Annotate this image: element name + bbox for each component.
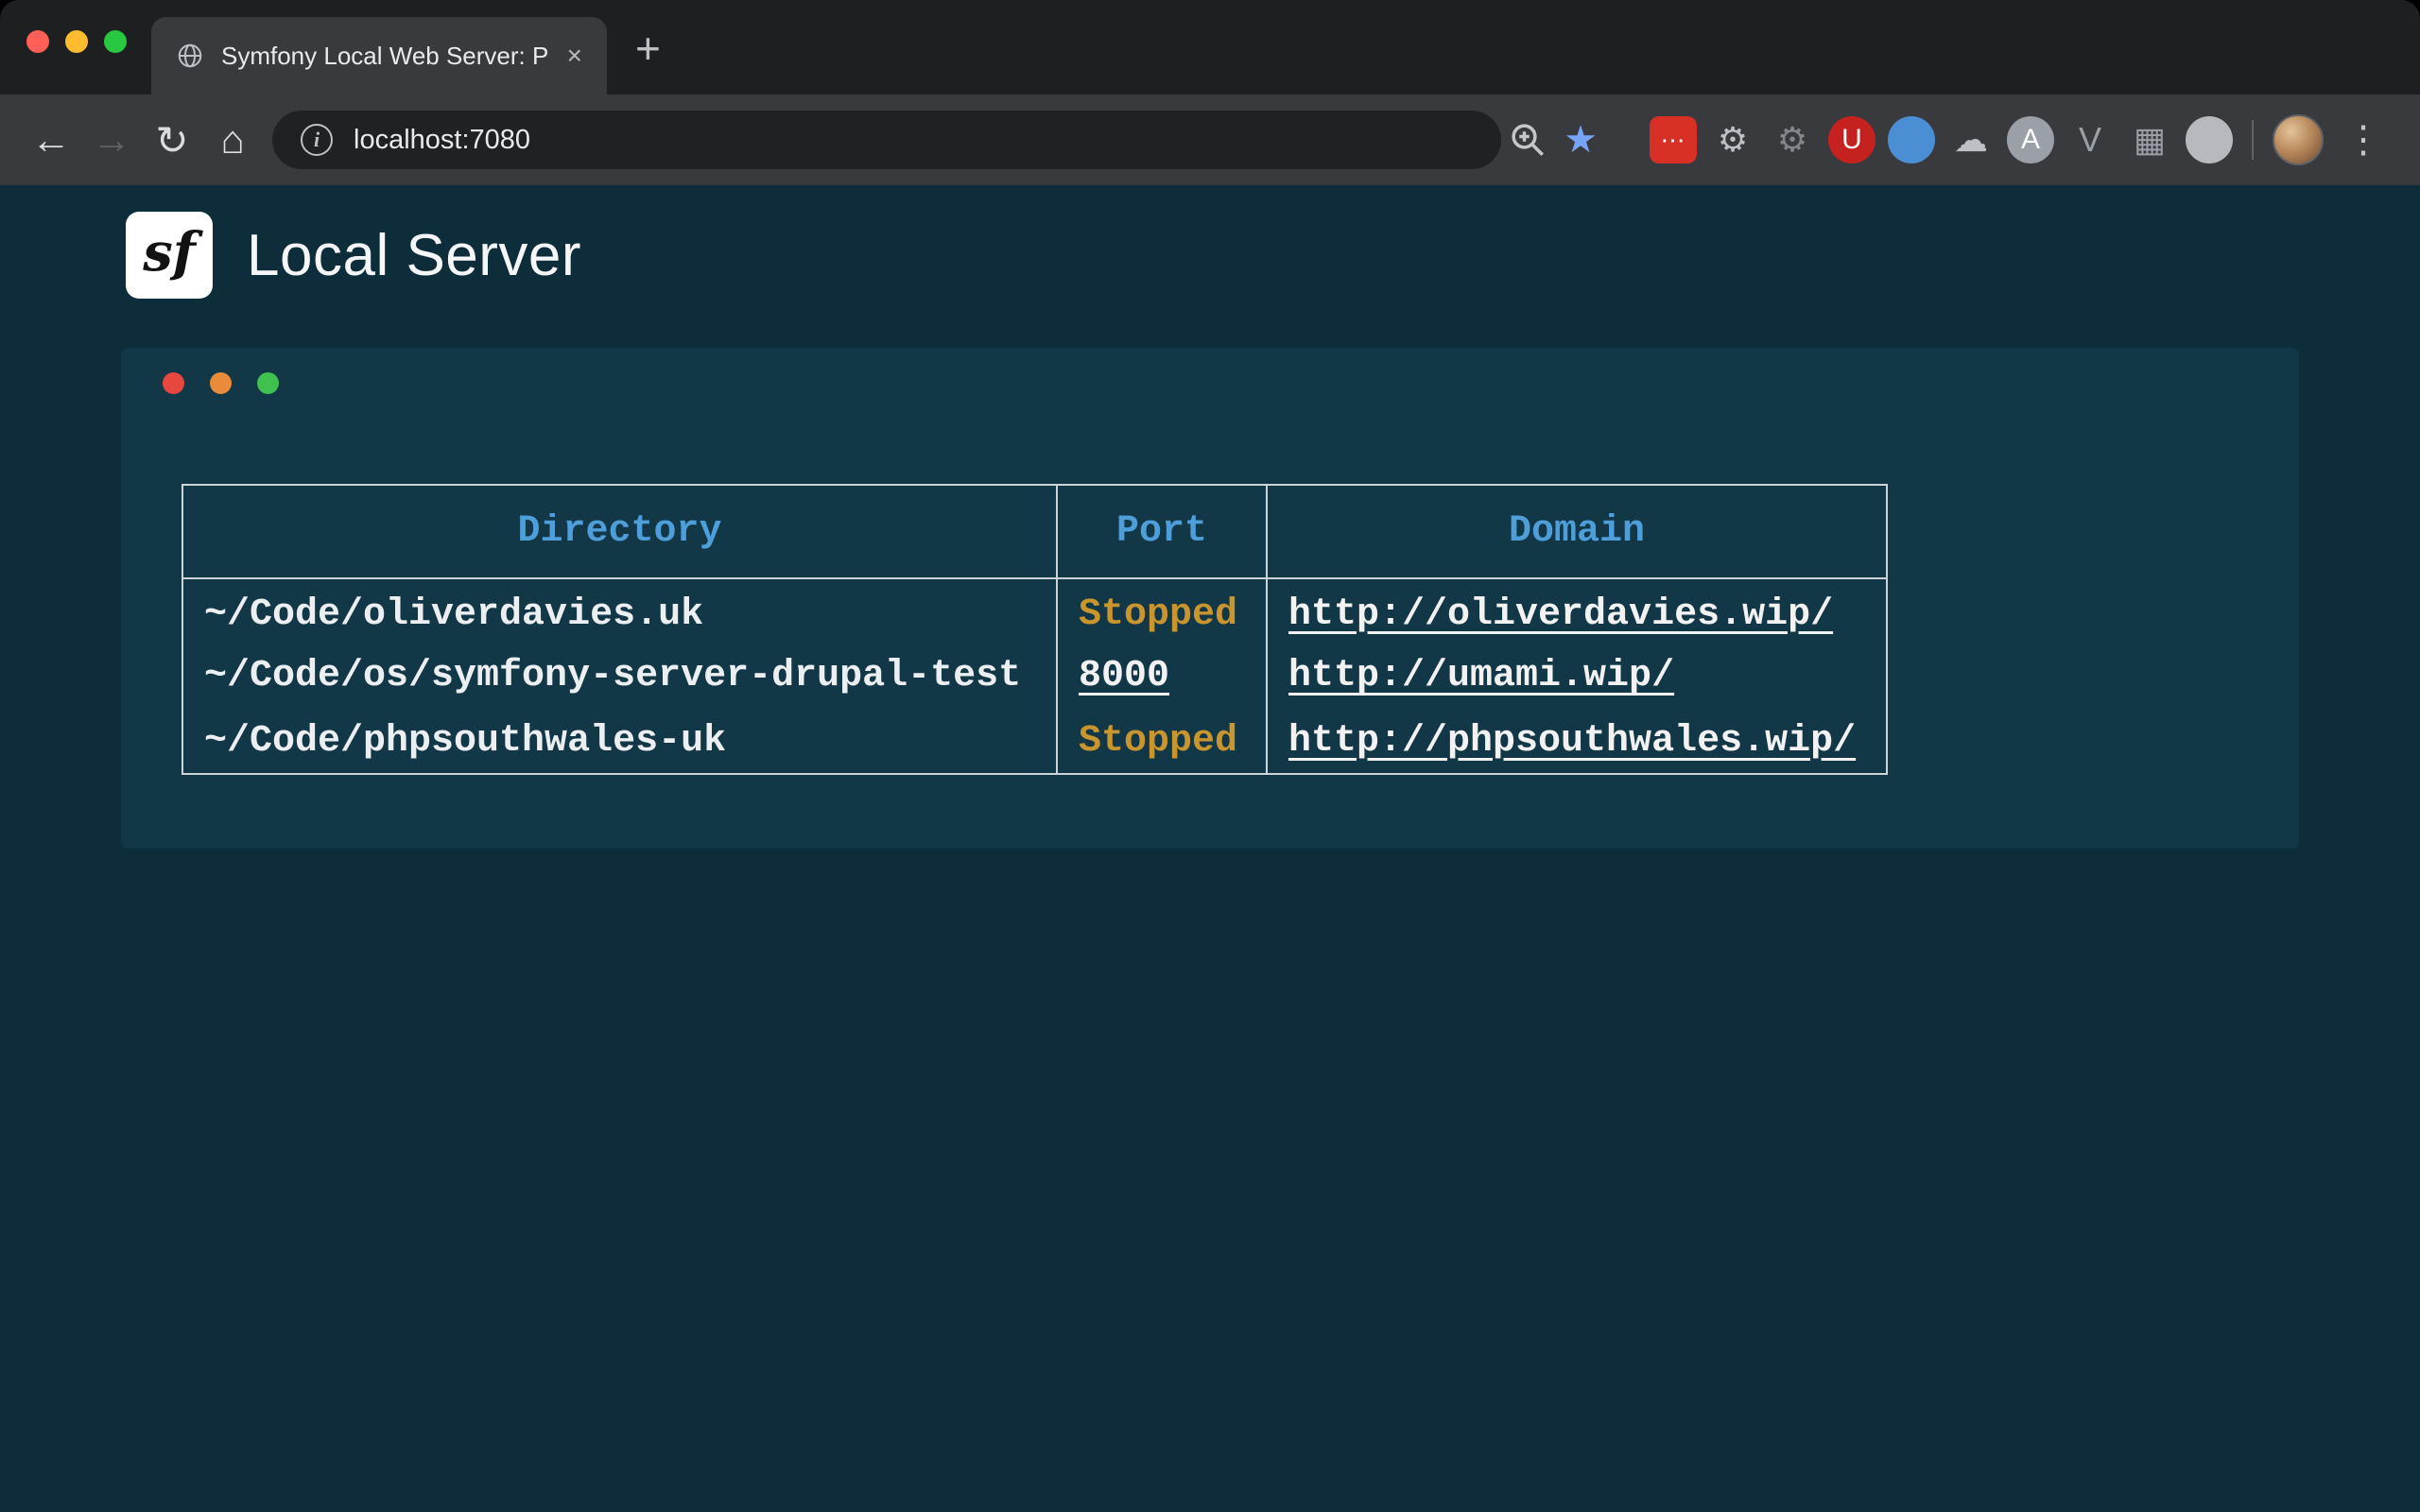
url-text[interactable]: localhost:7080 — [354, 125, 530, 156]
tab-strip: Symfony Local Web Server: Prox × + — [0, 0, 2420, 94]
domain-link[interactable]: http://phpsouthwales.wip/ — [1288, 720, 1856, 763]
directory-cell: ~/Code/phpsouthwales-uk — [204, 720, 726, 763]
grid-extension-icon[interactable]: ▦ — [2126, 116, 2173, 163]
zoom-icon[interactable] — [1501, 113, 1554, 166]
letter-a-extension-icon[interactable]: A — [2007, 116, 2054, 163]
page-header: sf Local Server — [126, 212, 2420, 299]
column-header-domain: Domain — [1267, 485, 1887, 578]
browser-window: Symfony Local Web Server: Prox × + ← → ↻… — [0, 0, 2420, 1512]
profile-avatar[interactable] — [2273, 114, 2324, 165]
table-row: ~/Code/phpsouthwales-uk Stopped http://p… — [182, 709, 1887, 774]
cloud-icon[interactable]: ☁ — [1947, 116, 1995, 163]
maximize-window-button[interactable] — [104, 30, 127, 53]
browser-tab[interactable]: Symfony Local Web Server: Prox × — [151, 17, 607, 94]
servers-table: Directory Port Domain ~/Code/oliverdavie… — [182, 484, 1888, 775]
letter-v-extension-icon[interactable]: V — [2066, 116, 2114, 163]
home-icon[interactable]: ⌂ — [202, 110, 263, 170]
symfony-logo-glyph: sf — [143, 221, 196, 284]
symfony-logo: sf — [126, 212, 213, 299]
globe-favicon-icon — [176, 42, 204, 70]
server-panel: Directory Port Domain ~/Code/oliverdavie… — [121, 348, 2299, 849]
domain-link[interactable]: http://oliverdavies.wip/ — [1288, 593, 1833, 636]
forward-icon[interactable]: → — [81, 110, 142, 170]
red-dots-extension-icon[interactable]: ⋯ — [1650, 116, 1697, 163]
terminal-window-dots — [163, 372, 279, 394]
directory-cell: ~/Code/os/symfony-server-drupal-test — [204, 655, 1021, 697]
minimize-window-button[interactable] — [65, 30, 88, 53]
directory-cell: ~/Code/oliverdavies.uk — [204, 593, 703, 636]
ublock-extension-icon[interactable]: U — [1828, 116, 1876, 163]
extensions-row: ⋯ ⚙ ⚙ U ☁ A V ▦ — [1650, 116, 2233, 163]
tab-title: Symfony Local Web Server: Prox — [221, 42, 550, 71]
browser-toolbar: ← → ↻ ⌂ i localhost:7080 ★ ⋯ ⚙ ⚙ U ☁ — [0, 94, 2420, 185]
red-dot-icon — [163, 372, 184, 394]
tab-close-icon[interactable]: × — [567, 43, 582, 69]
column-header-port: Port — [1057, 485, 1267, 578]
blue-circle-extension-icon[interactable] — [1888, 116, 1935, 163]
port-status: Stopped — [1079, 593, 1237, 636]
orange-dot-icon — [210, 372, 232, 394]
browser-menu-icon[interactable]: ⋮ — [2344, 118, 2382, 162]
column-header-directory: Directory — [182, 485, 1057, 578]
bookmark-star-icon[interactable]: ★ — [1554, 113, 1607, 166]
page-title: Local Server — [247, 222, 581, 289]
table-row: ~/Code/oliverdavies.uk Stopped http://ol… — [182, 578, 1887, 644]
toolbar-divider — [2252, 120, 2254, 160]
back-icon[interactable]: ← — [21, 110, 81, 170]
address-bar[interactable]: i localhost:7080 — [272, 111, 1501, 169]
close-window-button[interactable] — [26, 30, 49, 53]
port-link[interactable]: 8000 — [1079, 655, 1169, 697]
github-extension-icon[interactable] — [2186, 116, 2233, 163]
gear-icon[interactable]: ⚙ — [1709, 116, 1756, 163]
gear-dim-icon[interactable]: ⚙ — [1769, 116, 1816, 163]
table-row: ~/Code/os/symfony-server-drupal-test 800… — [182, 644, 1887, 709]
green-dot-icon — [257, 372, 279, 394]
port-status: Stopped — [1079, 720, 1237, 763]
table-header-row: Directory Port Domain — [182, 485, 1887, 578]
site-info-icon[interactable]: i — [301, 124, 333, 156]
macos-window-controls — [26, 30, 127, 53]
new-tab-button[interactable]: + — [635, 26, 661, 70]
domain-link[interactable]: http://umami.wip/ — [1288, 655, 1674, 697]
page-content: sf Local Server Directory Port Domain — [0, 185, 2420, 1512]
reload-icon[interactable]: ↻ — [142, 110, 202, 170]
toolbar-right-cluster: ⋯ ⚙ ⚙ U ☁ A V ▦ ⋮ — [1650, 114, 2399, 165]
